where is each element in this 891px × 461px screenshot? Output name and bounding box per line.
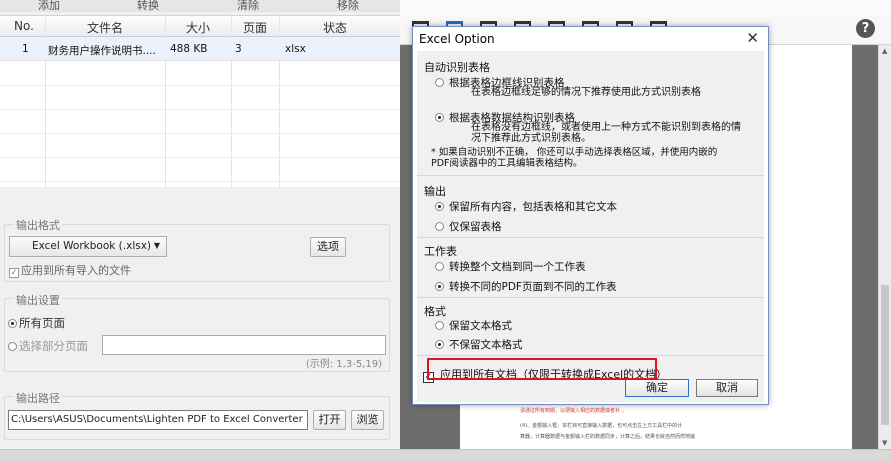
structure-detect-desc-2: 况下推荐此方式识别表格。	[471, 133, 591, 144]
dialog-title: Excel Option	[419, 32, 495, 46]
cell-filename: 财务用户操作说明书....	[48, 45, 156, 57]
all-pages-radio[interactable]: 所有页面	[8, 315, 65, 331]
no-format-label: 不保留文本格式	[449, 339, 523, 351]
structure-detect-desc: 在表格没有边框线，或者使用上一种方式不能识别到表格的情	[471, 122, 741, 133]
highlight-box	[427, 358, 657, 380]
file-table-header: No. 文件名 大小 页面 状态	[0, 15, 400, 37]
radio-empty-icon	[8, 342, 17, 351]
chevron-down-icon: ▼	[153, 241, 160, 250]
add-button[interactable]: 添加	[38, 0, 60, 12]
select-pages-label: 选择部分页面	[19, 339, 88, 353]
col-header-pages[interactable]: 页面	[232, 19, 278, 36]
doc-text-line: 请通过所有到期，以便输入相应的数据或者补 。	[520, 408, 627, 414]
doc-text-line: (4)、金额输入框：本栏目可直接输入数据，也可点击左上方工具栏中的计	[520, 423, 683, 429]
help-icon[interactable]: ?	[856, 19, 875, 38]
doc-text-line: 算器，计算器数据与金额输入栏的数据同步，计算之后，结果也就自然而然地输	[520, 434, 696, 440]
tables-only-label: 仅保留表格	[449, 221, 502, 233]
format-section-title: 格式	[424, 305, 446, 318]
keep-all-content-radio[interactable]: 保留所有内容，包括表格和其它文本	[435, 199, 617, 214]
radio-empty-icon	[435, 262, 444, 271]
close-icon[interactable]: ✕	[746, 29, 759, 47]
auto-detect-note-2: PDF阅读器中的工具编辑表格结构。	[431, 158, 583, 169]
scroll-thumb[interactable]	[881, 285, 889, 425]
multi-worksheet-label: 转换不同的PDF页面到不同的工作表	[449, 281, 617, 293]
pages-example: (示例: 1,3-5,19)	[305, 359, 382, 370]
checkbox-icon: ✓	[9, 268, 19, 278]
radio-selected-icon	[435, 282, 444, 291]
col-header-no[interactable]: No.	[4, 19, 44, 33]
scroll-up-icon[interactable]: ▲	[882, 47, 887, 55]
format-select-value: Excel Workbook (.xlsx)	[32, 240, 152, 252]
worksheet-section-title: 工作表	[424, 245, 457, 258]
clear-button[interactable]: 清除	[237, 0, 259, 12]
ok-button[interactable]: 确定	[625, 379, 689, 397]
radio-empty-icon	[435, 222, 444, 231]
auto-detect-note: * 如果自动识别不正确， 你还可以手动选择表格区域，并使用内嵌的	[431, 147, 718, 158]
keep-format-label: 保留文本格式	[449, 320, 512, 332]
cancel-button[interactable]: 取消	[696, 379, 758, 397]
scroll-down-icon[interactable]: ▼	[882, 439, 887, 447]
tables-only-radio[interactable]: 仅保留表格	[435, 219, 502, 234]
convert-button[interactable]: 转换	[137, 0, 159, 12]
all-pages-label: 所有页面	[19, 316, 65, 330]
output-settings-title: 输出设置	[14, 292, 62, 308]
pages-input[interactable]	[102, 335, 386, 355]
output-path-field[interactable]: C:\Users\ASUS\Documents\Lighten PDF to E…	[8, 410, 308, 430]
auto-detect-title: 自动识别表格	[424, 61, 490, 74]
options-button[interactable]: 选项	[310, 237, 346, 257]
open-button[interactable]: 打开	[313, 410, 346, 430]
cell-pages: 3	[235, 43, 242, 55]
dialog-body: 自动识别表格 根据表格边框线识别表格 在表格边框线足够的情况下推荐使用此方式识别…	[417, 51, 764, 402]
col-header-filename[interactable]: 文件名	[46, 19, 164, 36]
radio-selected-icon	[435, 340, 444, 349]
browse-button[interactable]: 浏览	[351, 410, 384, 430]
table-row[interactable]: 1 财务用户操作说明书.... 488 KB 3 xlsx	[0, 37, 400, 61]
output-path-title: 输出路径	[14, 390, 62, 406]
no-format-radio[interactable]: 不保留文本格式	[435, 337, 523, 352]
remove-button[interactable]: 移除	[337, 0, 359, 12]
output-section-title: 输出	[424, 185, 446, 198]
single-worksheet-label: 转换整个文档到同一个工作表	[449, 261, 586, 273]
keep-format-radio[interactable]: 保留文本格式	[435, 318, 512, 333]
excel-option-dialog: Excel Option ✕ 自动识别表格 根据表格边框线识别表格 在表格边框线…	[412, 26, 769, 405]
left-panel: 添加 转换 清除 移除 No. 文件名 大小 页面 状态 1 财务用户操作说明书…	[0, 0, 400, 461]
apply-all-imported-label: 应用到所有导入的文件	[21, 264, 131, 277]
main-toolbar: 添加 转换 清除 移除	[0, 0, 400, 12]
cell-status: xlsx	[285, 43, 306, 55]
keep-all-content-label: 保留所有内容，包括表格和其它文本	[449, 201, 617, 213]
output-format-title: 输出格式	[14, 217, 62, 233]
apply-all-imported-checkbox[interactable]: ✓ 应用到所有导入的文件	[9, 262, 131, 278]
single-worksheet-radio[interactable]: 转换整个文档到同一个工作表	[435, 259, 586, 274]
format-select[interactable]: Excel Workbook (.xlsx) ▼	[9, 236, 167, 257]
col-header-size[interactable]: 大小	[166, 19, 230, 36]
radio-empty-icon	[435, 78, 444, 87]
col-header-status[interactable]: 状态	[280, 19, 390, 36]
status-bar	[0, 449, 891, 461]
vertical-scrollbar[interactable]: ▲ ▼	[878, 45, 891, 449]
radio-selected-icon	[8, 319, 17, 328]
cell-no: 1	[22, 43, 29, 55]
border-detect-desc: 在表格边框线足够的情况下推荐使用此方式识别表格	[471, 87, 701, 98]
radio-selected-icon	[435, 202, 444, 211]
select-pages-radio[interactable]: 选择部分页面	[8, 338, 88, 354]
cell-size: 488 KB	[170, 43, 208, 55]
radio-selected-icon	[435, 113, 444, 122]
radio-empty-icon	[435, 321, 444, 330]
multi-worksheet-radio[interactable]: 转换不同的PDF页面到不同的工作表	[435, 279, 616, 294]
